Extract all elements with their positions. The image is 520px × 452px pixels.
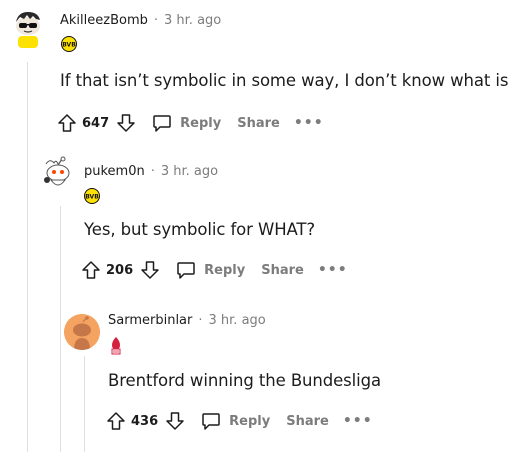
upvote-icon[interactable] xyxy=(105,410,127,432)
comment-meta: Sarmerbinlar · 3 hr. ago xyxy=(108,313,266,328)
snoo-avatar-icon xyxy=(16,12,40,48)
comment-body: Brentford winning the Bundesliga xyxy=(108,371,382,390)
comment-meta: AkilleezBomb · 3 hr. ago xyxy=(60,13,221,28)
author-name[interactable]: AkilleezBomb xyxy=(60,13,148,28)
bvb-flair-icon: BVB xyxy=(84,188,100,204)
comment-actions: 436 Reply Share ••• xyxy=(105,409,373,433)
avatar[interactable] xyxy=(8,8,48,48)
bvb-flair-icon: BVB xyxy=(61,36,77,52)
downvote-icon[interactable] xyxy=(115,112,137,134)
downvote-icon[interactable] xyxy=(139,259,161,281)
avatar[interactable] xyxy=(40,156,76,192)
comment-meta: pukem0n · 3 hr. ago xyxy=(84,164,218,179)
meta-separator: · xyxy=(150,164,155,179)
timestamp[interactable]: 3 hr. ago xyxy=(164,13,221,28)
vote-score: 647 xyxy=(82,115,110,131)
comment-body: Yes, but symbolic for WHAT? xyxy=(84,220,316,239)
vote-score: 206 xyxy=(106,262,134,278)
reply-button[interactable]: Reply xyxy=(200,410,270,432)
comment-bubble-icon xyxy=(200,410,222,432)
reply-button[interactable]: Reply xyxy=(151,112,221,134)
reply-button[interactable]: Reply xyxy=(175,259,245,281)
downvote-icon[interactable] xyxy=(164,410,186,432)
upvote-icon[interactable] xyxy=(80,259,102,281)
club-crest-flair-icon xyxy=(108,336,124,355)
comment-actions: 647 Reply Share ••• xyxy=(56,111,324,135)
more-options-button[interactable]: ••• xyxy=(318,262,348,278)
thread-line-level-2[interactable] xyxy=(60,206,61,452)
timestamp[interactable]: 3 hr. ago xyxy=(161,164,218,179)
author-name[interactable]: pukem0n xyxy=(84,164,145,179)
svg-text:BVB: BVB xyxy=(85,194,99,201)
avatar[interactable] xyxy=(64,314,100,350)
more-options-button[interactable]: ••• xyxy=(294,115,324,131)
share-button[interactable]: Share xyxy=(237,116,280,131)
share-button[interactable]: Share xyxy=(261,263,304,278)
author-name[interactable]: Sarmerbinlar xyxy=(108,313,192,328)
vote-score: 436 xyxy=(131,413,159,429)
comment-body: If that isn’t symbolic in some way, I do… xyxy=(60,71,509,90)
comment-actions: 206 Reply Share ••• xyxy=(80,258,348,282)
svg-text:BVB: BVB xyxy=(62,42,76,49)
share-button[interactable]: Share xyxy=(286,414,329,429)
meta-separator: · xyxy=(198,313,203,328)
reply-label: Reply xyxy=(204,262,246,278)
comment-bubble-icon xyxy=(175,259,197,281)
meta-separator: · xyxy=(153,13,159,28)
snoo-avatar-icon xyxy=(44,156,70,186)
timestamp[interactable]: 3 hr. ago xyxy=(209,313,266,328)
reply-label: Reply xyxy=(180,115,222,131)
default-snoo-avatar-icon xyxy=(64,314,100,350)
thread-line-level-1[interactable] xyxy=(27,62,28,452)
comment-bubble-icon xyxy=(151,112,173,134)
reply-label: Reply xyxy=(229,413,271,429)
upvote-icon[interactable] xyxy=(56,112,78,134)
thread-line-level-3[interactable] xyxy=(84,356,85,452)
more-options-button[interactable]: ••• xyxy=(343,413,373,429)
